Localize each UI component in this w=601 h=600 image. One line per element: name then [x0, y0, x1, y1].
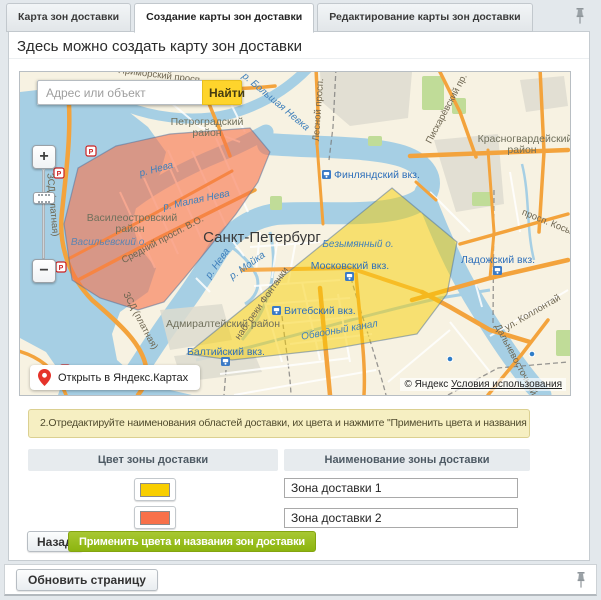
- parking-letter: Р: [89, 149, 94, 156]
- island-label: Васильевский о.: [71, 237, 147, 248]
- tab-bar: Карта зон доставки Создание карты зон до…: [6, 3, 533, 33]
- page: Карта зон доставки Создание карты зон до…: [0, 0, 601, 600]
- parking-letter: Р: [57, 171, 62, 178]
- zone1-color-swatch[interactable]: [134, 478, 176, 501]
- station-label: Финляндский вкз.: [334, 169, 420, 181]
- tab-edit-map[interactable]: Редактирование карты зон доставки: [317, 3, 532, 32]
- page-title: Здесь можно создать карту зон доставки: [17, 38, 302, 55]
- pushpin-icon[interactable]: [574, 7, 586, 25]
- zone2-name-input[interactable]: [284, 508, 518, 528]
- district-label: район: [192, 127, 221, 139]
- yandex-maps-pin-icon: [38, 369, 51, 386]
- map-container: Р Р Р Р: [19, 71, 571, 396]
- search-input[interactable]: [37, 80, 202, 105]
- main-panel: Здесь можно создать карту зон доставки: [8, 31, 590, 561]
- color-column-header: Цвет зоны доставки: [28, 449, 278, 471]
- train-station-icon: [221, 357, 230, 366]
- train-station-icon: [345, 272, 354, 281]
- name-column-header: Наименование зоны доставки: [284, 449, 530, 471]
- terms-of-use-link[interactable]: Условия использования: [451, 379, 562, 390]
- open-in-yandex-maps-link[interactable]: Открыть в Яндекс.Картах: [30, 365, 200, 390]
- map-canvas[interactable]: Р Р Р Р: [20, 72, 570, 395]
- divider: [9, 58, 589, 59]
- zoom-in-button[interactable]: +: [32, 145, 56, 169]
- zone2-color-swatch[interactable]: [134, 506, 176, 529]
- zone1-color-rect: [140, 483, 170, 497]
- district-label: Адмиралтейский район: [166, 318, 280, 330]
- station-label: Московский вкз.: [311, 260, 389, 272]
- refresh-page-button[interactable]: Обновить страницу: [16, 569, 158, 591]
- open-link-label: Открыть в Яндекс.Картах: [58, 372, 188, 384]
- train-station-icon: [322, 170, 331, 179]
- footer-bar: Обновить страницу: [4, 564, 597, 596]
- metro-icon: [529, 351, 535, 357]
- map-search: Найти: [37, 80, 242, 105]
- parking-letter: Р: [59, 265, 64, 272]
- pushpin-icon[interactable]: [575, 571, 587, 589]
- train-station-icon: [493, 266, 502, 275]
- station-label: Витебский вкз.: [284, 305, 356, 317]
- map-copyright: © Яндекс Условия использования: [400, 378, 566, 391]
- zone2-color-rect: [140, 511, 170, 525]
- zoom-slider-track[interactable]: [42, 169, 45, 259]
- parking-icon: Р: [56, 262, 66, 272]
- city-label: Санкт-Петербург: [203, 229, 321, 246]
- instruction-banner: 2.Отредактируйте наименования областей д…: [28, 409, 530, 438]
- grip-dots-icon: [38, 194, 50, 203]
- zoom-out-button[interactable]: −: [32, 259, 56, 283]
- search-button[interactable]: Найти: [202, 80, 242, 105]
- station-label: Ладожский вкз.: [461, 254, 535, 266]
- tab-delivery-map[interactable]: Карта зон доставки: [6, 3, 131, 32]
- island-label: Безымянный о.: [322, 239, 393, 250]
- station-label: Балтийский вкз.: [187, 346, 265, 358]
- parking-icon: Р: [86, 146, 96, 156]
- copyright-text: © Яндекс: [404, 379, 448, 390]
- district-label: район: [507, 144, 536, 156]
- district-label: район: [115, 223, 144, 235]
- tab-create-map[interactable]: Создание карты зон доставки: [134, 3, 314, 33]
- train-station-icon: [272, 306, 281, 315]
- zone1-name-input[interactable]: [284, 478, 518, 498]
- metro-icon: [447, 356, 453, 362]
- apply-colors-names-button[interactable]: Применить цвета и названия зон доставки: [68, 531, 316, 552]
- zoom-slider-handle[interactable]: [33, 192, 55, 204]
